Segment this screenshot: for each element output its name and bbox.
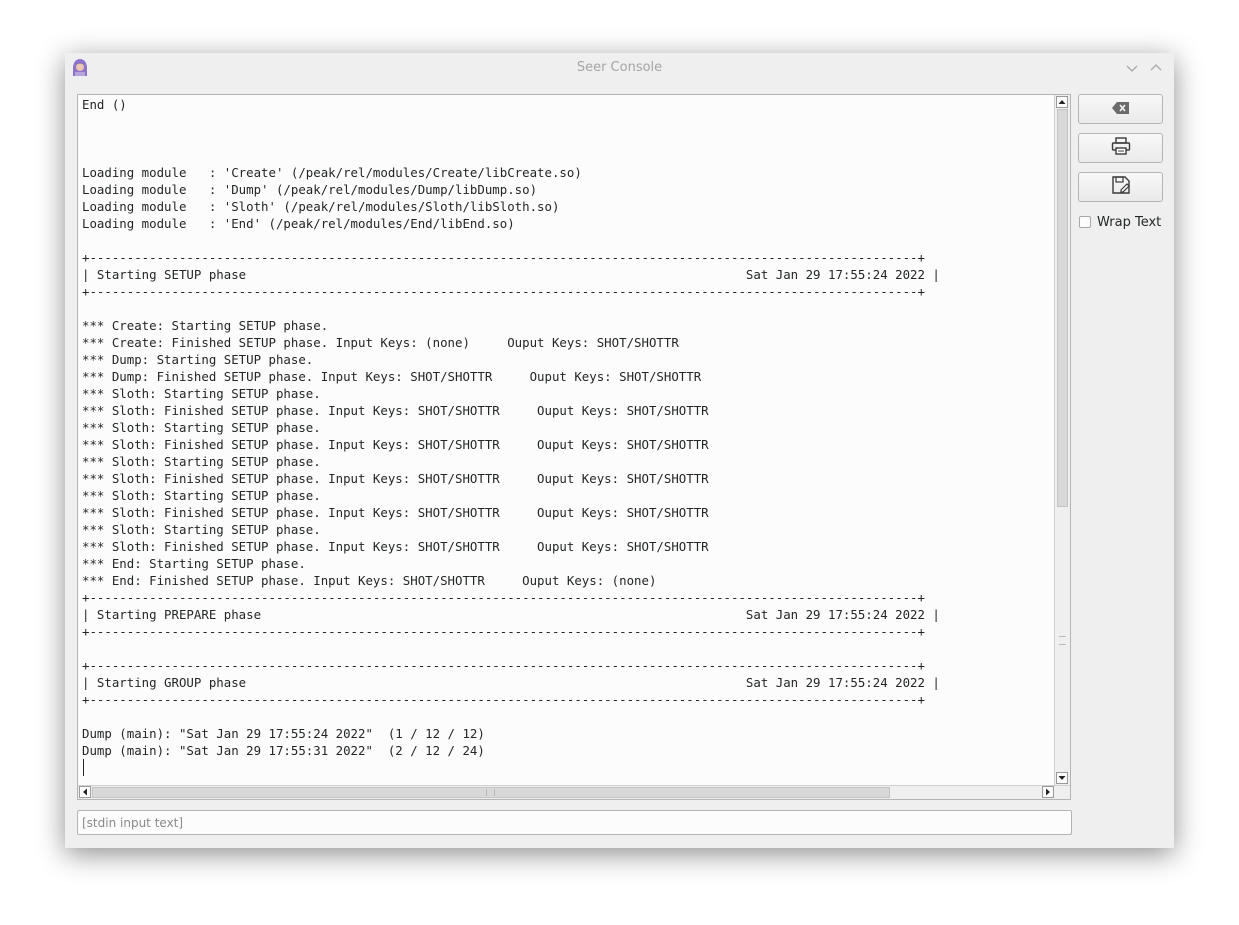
console-output-area[interactable]: End () Loading module : 'Create' (/peak/… <box>77 94 1071 800</box>
save-icon <box>1111 175 1131 199</box>
scroll-up-arrow-icon[interactable] <box>1056 96 1068 108</box>
seer-app-icon <box>69 57 91 79</box>
console-window: Seer Console End () Loading module : 'Cr… <box>65 53 1174 848</box>
save-button[interactable] <box>1078 172 1163 202</box>
scroll-left-arrow-icon[interactable] <box>79 786 91 798</box>
minimize-chevron-down-icon[interactable] <box>1123 59 1141 77</box>
print-button[interactable] <box>1078 133 1163 163</box>
text-cursor <box>83 759 84 776</box>
printer-icon <box>1111 137 1131 159</box>
maximize-chevron-up-icon[interactable] <box>1147 59 1165 77</box>
horizontal-scrollbar[interactable] <box>78 785 1070 799</box>
wrap-text-option[interactable]: Wrap Text <box>1079 214 1161 230</box>
title-bar[interactable]: Seer Console <box>65 53 1174 83</box>
hscroll-grip <box>486 789 495 796</box>
window-title: Seer Console <box>576 60 663 75</box>
wrap-text-checkbox[interactable] <box>1079 216 1091 228</box>
stdin-input[interactable] <box>77 810 1072 835</box>
scroll-right-arrow-icon[interactable] <box>1042 786 1054 798</box>
clear-console-button[interactable] <box>1078 94 1163 124</box>
scroll-down-arrow-icon[interactable] <box>1056 772 1068 784</box>
console-output-text[interactable]: End () Loading module : 'Create' (/peak/… <box>82 96 1052 782</box>
vertical-scroll-thumb[interactable] <box>1057 109 1068 507</box>
backspace-clear-icon <box>1111 100 1131 119</box>
wrap-text-label[interactable]: Wrap Text <box>1097 215 1161 230</box>
scroll-grip <box>1059 636 1066 645</box>
vertical-scrollbar[interactable] <box>1054 95 1070 787</box>
